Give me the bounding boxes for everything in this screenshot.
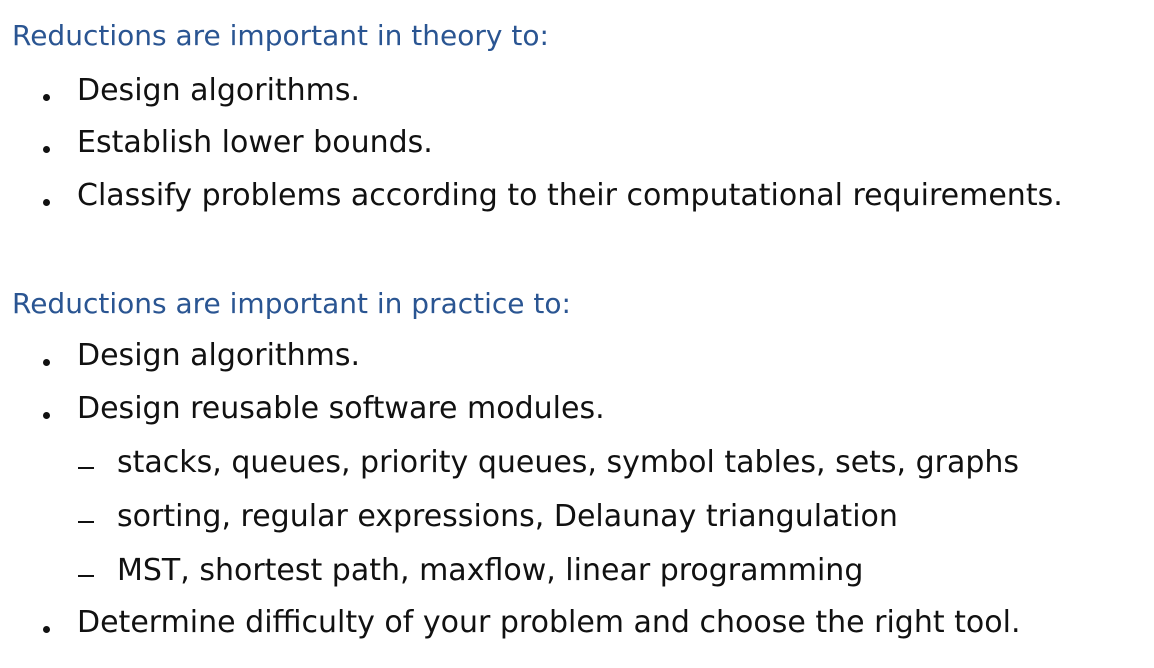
theory-item-design-algorithms: Design algorithms. — [77, 73, 361, 108]
practice-subitem-data-structures: stacks, queues, priority queues, symbol … — [117, 445, 1020, 480]
bullet-icon — [43, 94, 50, 101]
bullet-icon — [43, 146, 50, 153]
practice-subitem-graph-algorithms: MST, shortest path, maxflow, linear prog… — [117, 553, 864, 588]
theory-item-classify-problems: Classify problems according to their com… — [77, 178, 1063, 213]
practice-item-design-algorithms: Design algorithms. — [77, 338, 361, 373]
dash-icon — [78, 467, 94, 469]
practice-heading: Reductions are important in practice to: — [12, 287, 571, 320]
bullet-icon — [43, 412, 50, 419]
practice-subitem-sorting: sorting, regular expressions, Delaunay t… — [117, 499, 898, 534]
theory-heading: Reductions are important in theory to: — [12, 19, 549, 52]
dash-icon — [78, 575, 94, 577]
bullet-icon — [43, 626, 50, 633]
practice-item-determine-difficulty: Determine difficulty of your problem and… — [77, 605, 1021, 640]
bullet-icon — [43, 199, 50, 206]
dash-icon — [78, 521, 94, 523]
practice-item-reusable-modules: Design reusable software modules. — [77, 391, 605, 426]
theory-item-lower-bounds: Establish lower bounds. — [77, 125, 433, 160]
bullet-icon — [43, 359, 50, 366]
